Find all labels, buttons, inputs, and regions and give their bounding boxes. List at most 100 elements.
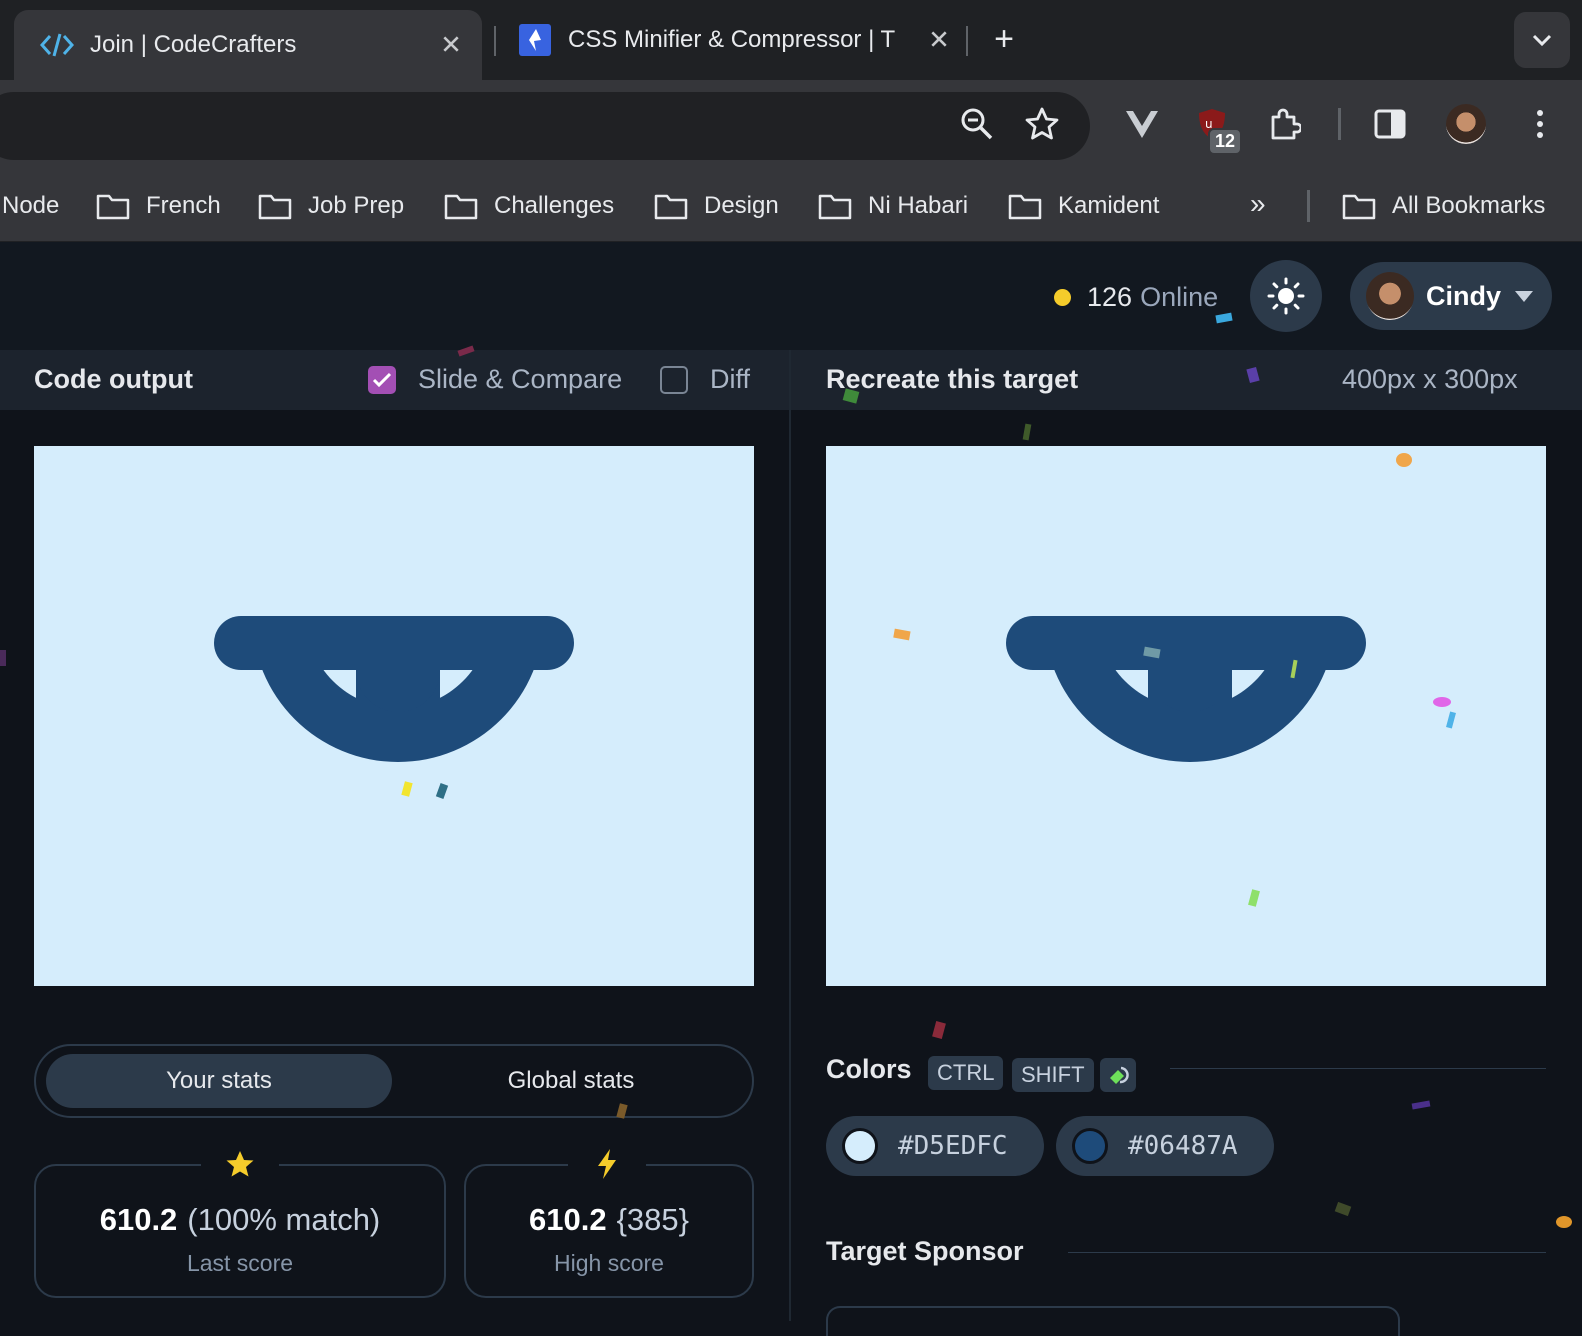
- color-chip: [842, 1128, 878, 1164]
- tab-global-stats[interactable]: Global stats: [398, 1054, 744, 1108]
- confetti-piece: [0, 650, 6, 666]
- tab-your-stats[interactable]: Your stats: [46, 1054, 392, 1108]
- confetti-piece: [1556, 1216, 1572, 1228]
- folder-icon: [654, 194, 688, 220]
- extension-badge: 12: [1208, 128, 1243, 155]
- sun-icon: [1267, 277, 1305, 315]
- diff-label[interactable]: Diff: [710, 364, 750, 395]
- tab-codecrafters[interactable]: Join | CodeCrafters ✕: [14, 10, 482, 80]
- high-score-line: 610.2 {385}: [466, 1202, 752, 1238]
- side-panel-icon[interactable]: [1368, 102, 1412, 146]
- sponsor-divider: [1068, 1252, 1546, 1253]
- tab-css-minifier[interactable]: CSS Minifier & Compressor | T ✕: [500, 12, 970, 68]
- kebab-menu-icon[interactable]: [1518, 102, 1562, 146]
- profile-avatar[interactable]: [1444, 102, 1488, 146]
- bookmark-node[interactable]: Node: [2, 190, 59, 222]
- toolbar-divider: [1338, 108, 1341, 140]
- folder-icon: [1008, 194, 1042, 220]
- sponsor-card[interactable]: [826, 1306, 1400, 1336]
- user-menu-button[interactable]: Cindy: [1350, 262, 1552, 330]
- star-bookmark-icon[interactable]: [1020, 102, 1064, 146]
- tab-title: Join | CodeCrafters: [90, 31, 297, 58]
- last-score-line: 610.2 (100% match): [36, 1202, 444, 1238]
- browser-tabstrip: Join | CodeCrafters ✕ CSS Minifier & Com…: [0, 0, 1582, 80]
- zoom-icon[interactable]: [955, 102, 999, 146]
- bookmark-ni-habari[interactable]: Ni Habari: [818, 190, 968, 222]
- bookmark-job-prep[interactable]: Job Prep: [258, 190, 404, 222]
- online-label: Online: [1140, 281, 1219, 312]
- bookmark-label: Ni Habari: [868, 192, 969, 219]
- tab-separator: [966, 26, 968, 56]
- vue-devtools-icon[interactable]: [1120, 102, 1164, 146]
- bookmark-kamident[interactable]: Kamident: [1008, 190, 1159, 222]
- avatar: [1366, 272, 1414, 320]
- code-output-canvas[interactable]: [34, 446, 754, 986]
- colors-divider: [1170, 1068, 1546, 1069]
- app-header: [0, 242, 1582, 350]
- star-icon: [201, 1144, 279, 1184]
- folder-icon: [96, 194, 130, 220]
- last-score-label: Last score: [186, 1250, 294, 1276]
- diff-checkbox[interactable]: [660, 366, 688, 394]
- bookmark-french[interactable]: French: [96, 190, 221, 222]
- bookmark-label: Design: [704, 192, 779, 219]
- user-name: Cindy: [1426, 280, 1502, 311]
- bookmark-label: French: [146, 192, 221, 219]
- color-swatch-dark[interactable]: #06487A: [1056, 1116, 1274, 1176]
- high-score-card: 610.2 {385} High score: [464, 1164, 754, 1298]
- confetti-piece: [1411, 1100, 1431, 1110]
- close-tab-icon[interactable]: ✕: [924, 25, 954, 56]
- last-score-match: (100% match): [187, 1202, 381, 1237]
- tab-separator: [494, 26, 496, 56]
- chevron-down-icon: [1532, 34, 1552, 47]
- code-output-title: Code output: [34, 364, 193, 394]
- target-canvas: [826, 446, 1546, 986]
- close-tab-icon[interactable]: ✕: [436, 30, 466, 61]
- tab-search-button[interactable]: [1514, 12, 1570, 68]
- lightning-icon: [568, 1144, 646, 1184]
- folder-icon: [444, 194, 478, 220]
- high-score-label: High score: [554, 1250, 664, 1276]
- stats-toggle: Your stats Global stats: [34, 1044, 754, 1118]
- output-shape: [214, 616, 574, 799]
- last-score-card: 610.2 (100% match) Last score: [34, 1164, 446, 1298]
- confetti-piece: [1334, 1201, 1352, 1217]
- online-dot: [1054, 288, 1071, 306]
- target-sponsor-title: Target Sponsor: [826, 1236, 1024, 1266]
- high-score-value: 610.2: [528, 1202, 607, 1237]
- folder-icon: [258, 194, 292, 220]
- slide-compare-label[interactable]: Slide & Compare: [418, 364, 622, 395]
- bookmarks-divider: [1307, 190, 1310, 222]
- mouse-click-icon: [1100, 1058, 1136, 1092]
- target-shape: [893, 453, 1456, 907]
- slide-compare-checkbox[interactable]: [368, 366, 396, 394]
- new-tab-button[interactable]: +: [986, 20, 1022, 59]
- high-score-rank: {385}: [616, 1202, 689, 1237]
- tab-title: CSS Minifier & Compressor | T: [568, 26, 896, 53]
- color-chip: [1072, 1128, 1108, 1164]
- folder-icon: [1342, 194, 1376, 220]
- folder-icon: [818, 194, 852, 220]
- all-bookmarks[interactable]: All Bookmarks: [1342, 190, 1545, 222]
- more-bookmarks-chevron-icon[interactable]: »: [1250, 188, 1266, 220]
- confetti-piece: [1022, 423, 1032, 441]
- kbd-shift: SHIFT: [1012, 1058, 1094, 1092]
- address-bar[interactable]: [0, 92, 1090, 160]
- target-title: Recreate this target: [826, 364, 1079, 394]
- bookmark-label: Kamident: [1058, 192, 1160, 219]
- toptal-diamond-icon: [518, 23, 552, 57]
- theme-toggle-button[interactable]: [1250, 260, 1322, 332]
- bookmark-label: Job Prep: [308, 192, 405, 219]
- bookmark-label: Challenges: [494, 192, 615, 219]
- bookmarks-bar: Node French Job Prep Challenges Design N…: [0, 170, 1582, 242]
- bookmark-label: Node: [2, 192, 60, 219]
- color-swatch-light[interactable]: #D5EDFC: [826, 1116, 1044, 1176]
- checkmark-icon: [372, 372, 392, 388]
- kbd-ctrl: CTRL: [928, 1056, 1004, 1090]
- caret-down-icon: [1515, 290, 1534, 302]
- bookmark-design[interactable]: Design: [654, 190, 779, 222]
- extensions-puzzle-icon[interactable]: [1262, 102, 1306, 146]
- online-indicator: 126 Online: [1040, 272, 1228, 322]
- bookmark-challenges[interactable]: Challenges: [444, 190, 614, 222]
- bookmark-label: All Bookmarks: [1392, 192, 1546, 219]
